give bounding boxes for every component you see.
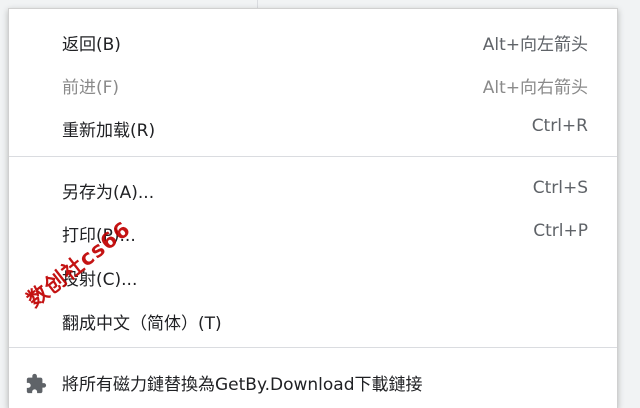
menu-separator [9, 347, 617, 348]
menu-item-shortcut: Alt+向左箭头 [482, 35, 588, 55]
background-divider [257, 0, 258, 8]
menu-separator [9, 156, 617, 157]
menu-item-reload[interactable]: 重新加载(R) Ctrl+R [9, 107, 617, 147]
menu-item-save-as[interactable]: 另存为(A)... Ctrl+S [9, 169, 617, 209]
menu-item-label: 前进(F) [62, 78, 120, 98]
menu-item-shortcut: Alt+向右箭头 [482, 78, 588, 98]
menu-item-translate[interactable]: 翻成中文（简体）(T) [9, 300, 617, 340]
menu-item-extension-replace-links[interactable]: 將所有磁力鏈替換為GetBy.Download下載鏈接 [9, 361, 617, 401]
menu-item-label: 另存为(A)... [62, 183, 155, 203]
menu-item-shortcut: Ctrl+S [532, 178, 588, 198]
menu-item-label: 重新加载(R) [62, 121, 156, 141]
menu-item-label: 翻成中文（简体）(T) [62, 314, 222, 334]
menu-item-shortcut: Ctrl+P [533, 221, 588, 241]
menu-item-forward[interactable]: 前进(F) Alt+向右箭头 [9, 64, 617, 104]
menu-item-label: 將所有磁力鏈替換為GetBy.Download下載鏈接 [62, 375, 423, 395]
menu-item-back[interactable]: 返回(B) Alt+向左箭头 [9, 21, 617, 61]
context-menu: 返回(B) Alt+向左箭头 前进(F) Alt+向右箭头 重新加载(R) Ct… [8, 8, 618, 408]
menu-item-shortcut: Ctrl+R [531, 116, 588, 136]
puzzle-icon [25, 373, 47, 395]
menu-item-label: 返回(B) [62, 35, 121, 55]
